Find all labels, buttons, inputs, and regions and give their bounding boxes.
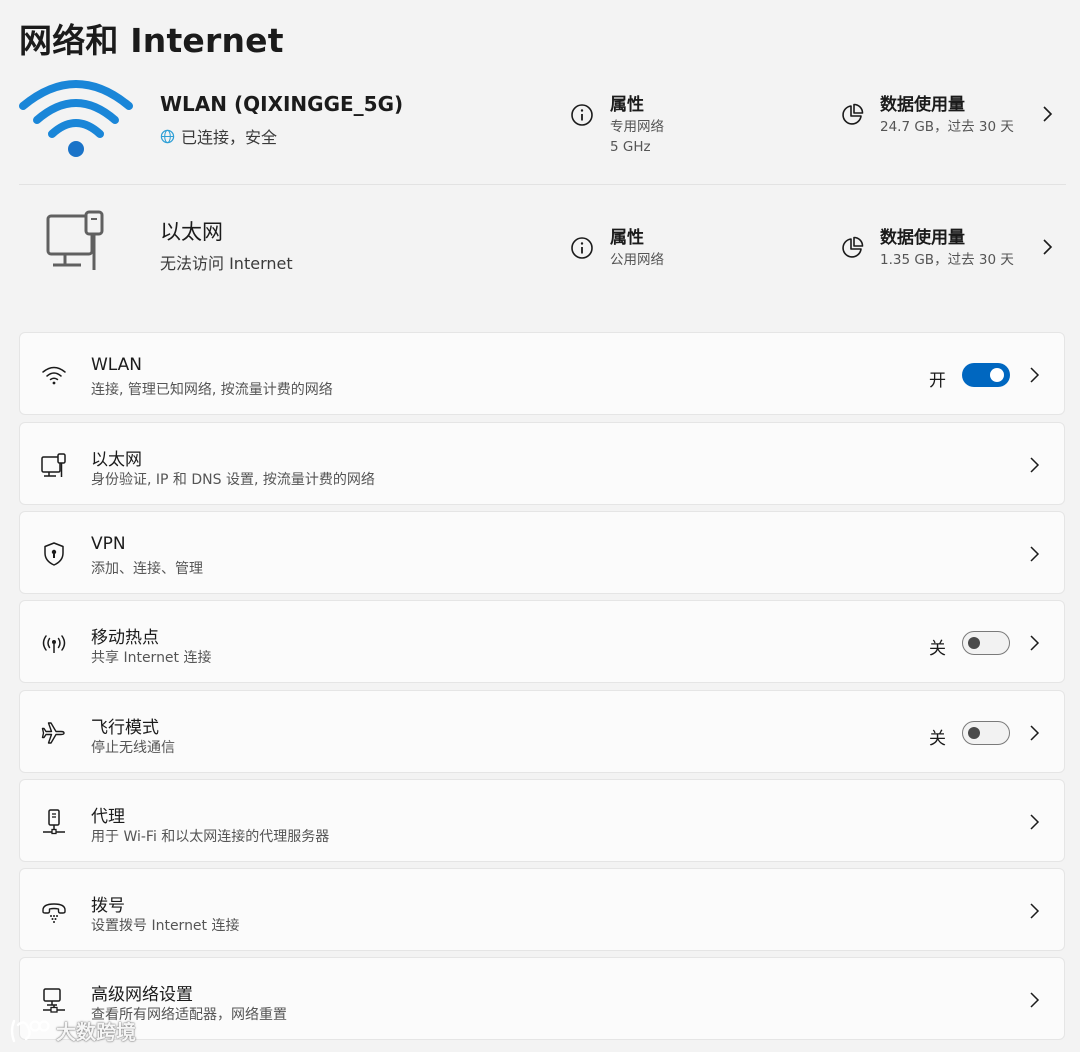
wlan-band: 5 GHz — [610, 139, 651, 155]
ethernet-network-name: 以太网 — [160, 220, 223, 244]
watermark-logo-icon — [10, 1019, 50, 1042]
chevron-right-icon[interactable] — [1040, 237, 1054, 257]
settings-item-subtitle: 停止无线通信 — [91, 740, 175, 756]
settings-item-dialup[interactable]: 拨号 设置拨号 Internet 连接 — [19, 868, 1065, 951]
chevron-right-icon — [1030, 635, 1040, 651]
settings-item-proxy[interactable]: 代理 用于 Wi-Fi 和以太网连接的代理服务器 — [19, 779, 1065, 862]
wlan-toggle-label: 开 — [929, 371, 946, 391]
pie-chart-icon — [842, 236, 864, 258]
ethernet-usage-title: 数据使用量 — [880, 228, 965, 248]
wlan-usage-title: 数据使用量 — [880, 95, 965, 115]
chevron-right-icon — [1030, 903, 1040, 919]
settings-item-title: 拨号 — [91, 896, 125, 916]
toggle-knob — [968, 727, 980, 739]
wlan-hero: WLAN (QIXINGGE_5G) 已连接，安全 属性 专用网络 5 GHz … — [19, 70, 1066, 185]
shield-icon — [44, 542, 64, 566]
settings-item-subtitle: 身份验证, IP 和 DNS 设置, 按流量计费的网络 — [91, 472, 375, 488]
wifi-large-icon — [19, 80, 133, 157]
watermark: 大数跨境 — [8, 1016, 136, 1045]
wlan-properties-title: 属性 — [610, 95, 644, 115]
ethernet-network-profile: 公用网络 — [610, 252, 664, 268]
chevron-right-icon — [1030, 992, 1040, 1008]
wlan-network-profile: 专用网络 — [610, 119, 664, 135]
airplane-toggle[interactable] — [962, 721, 1010, 745]
settings-item-wlan[interactable]: WLAN 连接, 管理已知网络, 按流量计费的网络 开 — [19, 332, 1065, 415]
settings-item-airplane-mode[interactable]: 飞行模式 停止无线通信 关 — [19, 690, 1065, 773]
wlan-toggle[interactable] — [962, 363, 1010, 387]
chevron-right-icon — [1030, 457, 1040, 473]
info-icon — [571, 104, 593, 126]
wlan-status-text: 已连接，安全 — [181, 128, 278, 147]
toggle-knob — [968, 637, 980, 649]
chevron-right-icon — [1030, 546, 1040, 562]
settings-item-subtitle: 添加、连接、管理 — [91, 561, 203, 577]
toggle-knob — [990, 368, 1004, 382]
ethernet-properties-title: 属性 — [610, 228, 644, 248]
settings-item-title: 移动热点 — [91, 628, 159, 648]
watermark-text: 大数跨境 — [56, 1020, 136, 1044]
ethernet-icon — [41, 453, 66, 477]
settings-item-title: 以太网 — [91, 450, 142, 470]
wifi-icon — [42, 366, 66, 385]
settings-item-subtitle: 共享 Internet 连接 — [91, 650, 212, 666]
hotspot-toggle-label: 关 — [929, 639, 946, 659]
hotspot-toggle[interactable] — [962, 631, 1010, 655]
settings-item-title: 高级网络设置 — [91, 985, 193, 1005]
chevron-right-icon — [1030, 814, 1040, 830]
settings-item-title: 飞行模式 — [91, 718, 159, 738]
airplane-toggle-label: 关 — [929, 729, 946, 749]
settings-item-subtitle: 用于 Wi-Fi 和以太网连接的代理服务器 — [91, 829, 330, 845]
settings-item-title: VPN — [91, 534, 126, 554]
hotspot-icon — [42, 635, 66, 653]
advanced-network-icon — [43, 988, 65, 1013]
ethernet-large-icon — [46, 210, 104, 270]
proxy-icon — [43, 809, 65, 835]
chevron-right-icon — [1030, 725, 1040, 741]
settings-item-title: WLAN — [91, 355, 143, 375]
ethernet-hero: 以太网 无法访问 Internet 属性 公用网络 数据使用量 1.35 GB，… — [19, 190, 1066, 300]
dialup-icon — [42, 903, 66, 923]
globe-icon — [160, 129, 175, 143]
wlan-connection-status: 已连接，安全 — [160, 124, 277, 148]
pie-chart-icon — [842, 103, 864, 125]
wlan-network-name: WLAN (QIXINGGE_5G) — [160, 92, 404, 116]
wlan-usage-value: 24.7 GB，过去 30 天 — [880, 119, 1014, 135]
ethernet-usage-value: 1.35 GB，过去 30 天 — [880, 252, 1014, 268]
ethernet-connection-status: 无法访问 Internet — [160, 254, 293, 273]
settings-item-subtitle: 设置拨号 Internet 连接 — [91, 918, 240, 934]
settings-item-advanced-network[interactable]: 高级网络设置 查看所有网络适配器，网络重置 — [19, 957, 1065, 1040]
settings-item-title: 代理 — [91, 807, 125, 827]
info-icon — [571, 237, 593, 259]
settings-item-ethernet[interactable]: 以太网 身份验证, IP 和 DNS 设置, 按流量计费的网络 — [19, 422, 1065, 505]
chevron-right-icon — [1030, 367, 1040, 383]
page-title: 网络和 Internet — [19, 21, 284, 60]
airplane-icon — [41, 722, 65, 744]
settings-item-subtitle: 连接, 管理已知网络, 按流量计费的网络 — [91, 382, 333, 398]
settings-item-vpn[interactable]: VPN 添加、连接、管理 — [19, 511, 1065, 594]
settings-item-mobile-hotspot[interactable]: 移动热点 共享 Internet 连接 关 — [19, 600, 1065, 683]
chevron-right-icon[interactable] — [1040, 104, 1054, 124]
